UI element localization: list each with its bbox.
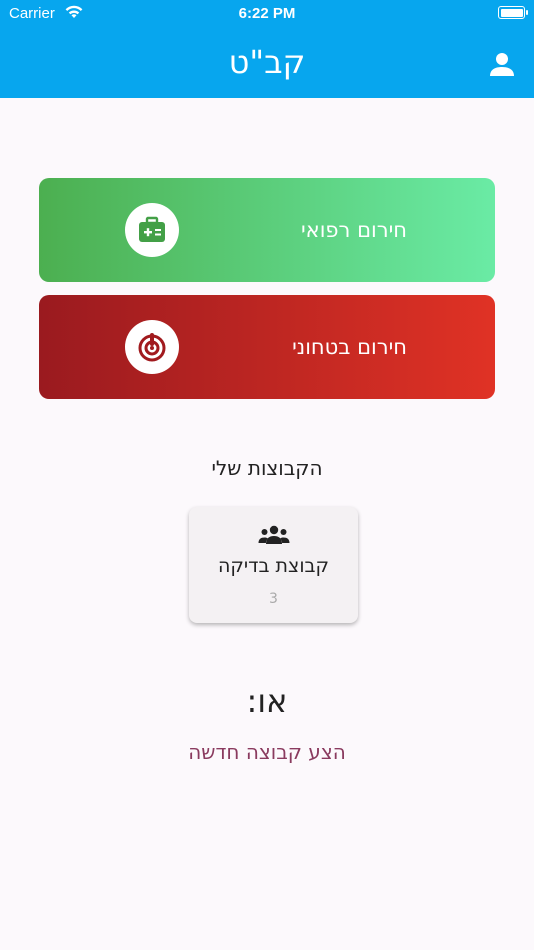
group-member-count: 3 (269, 591, 278, 607)
status-bar: Carrier 6:22 PM (0, 0, 534, 28)
medical-emergency-button[interactable]: חירום רפואי (39, 178, 495, 282)
app-bar: Carrier 6:22 PM קב"ט (0, 0, 534, 98)
group-name: קבוצת בדיקה (218, 555, 329, 577)
profile-icon[interactable] (488, 50, 516, 78)
status-time: 6:22 PM (238, 5, 296, 22)
page-title: קב"ט (228, 43, 306, 81)
suggest-new-group-link[interactable]: הצע קבוצה חדשה (0, 740, 534, 764)
security-emergency-button[interactable]: חירום בטחוני (39, 295, 495, 399)
first-aid-kit-icon (125, 203, 179, 257)
group-card[interactable]: קבוצת בדיקה 3 (189, 507, 358, 623)
my-groups-heading: הקבוצות שלי (211, 456, 323, 480)
alarm-icon (125, 320, 179, 374)
or-label: או: (246, 682, 288, 720)
battery-icon (498, 6, 528, 19)
security-emergency-label: חירום בטחוני (292, 335, 407, 359)
medical-emergency-label: חירום רפואי (300, 218, 407, 242)
group-icon (258, 525, 290, 544)
